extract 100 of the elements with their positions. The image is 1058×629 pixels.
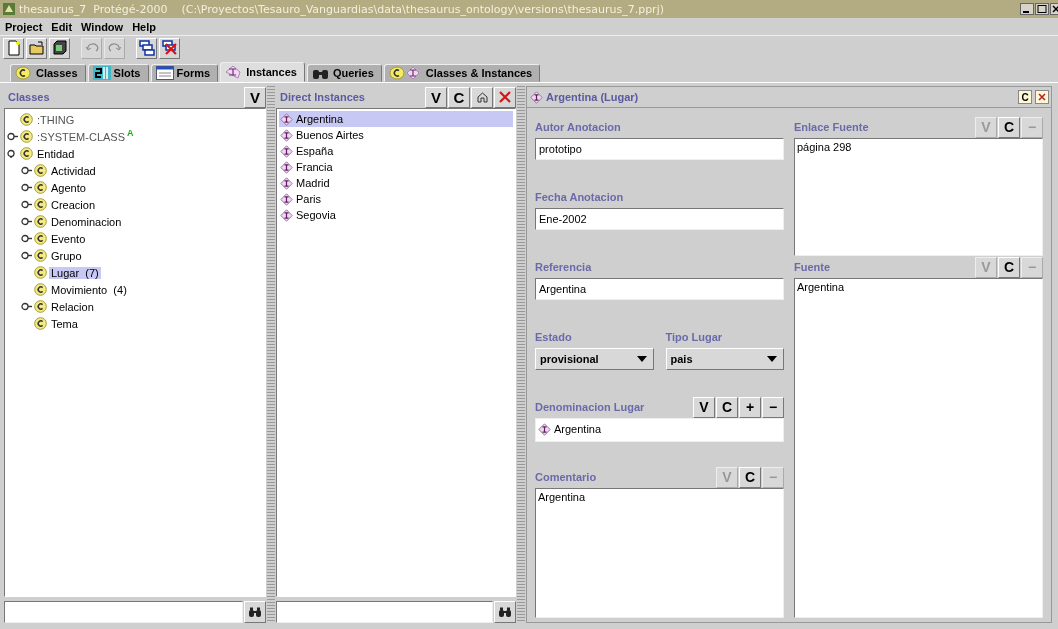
instance-item[interactable]: Madrid	[279, 175, 513, 191]
slot-button[interactable]: C	[998, 116, 1020, 138]
class-icon	[34, 232, 47, 245]
class-icon	[20, 130, 33, 143]
field-label: Tipo Lugar	[665, 331, 724, 343]
collapsed-handle-icon[interactable]	[21, 166, 32, 175]
text-area[interactable]: Argentina	[794, 278, 1043, 618]
tab[interactable]: Queries	[306, 64, 382, 82]
class-icon	[34, 181, 47, 194]
instance-action-button[interactable]: C	[448, 86, 470, 108]
instance-icon	[538, 422, 551, 436]
instance-icon	[280, 208, 293, 222]
new-file-button[interactable]	[3, 37, 24, 59]
collapsed-handle-icon[interactable]	[21, 183, 32, 192]
form-button[interactable]: C	[1018, 90, 1032, 104]
slot-button[interactable]: C	[739, 466, 761, 488]
tree-item[interactable]: :SYSTEM-CLASS	[35, 130, 128, 143]
field-label: Estado	[535, 331, 573, 343]
expanded-handle-icon[interactable]	[7, 149, 18, 158]
field-label: Enlace Fuente	[794, 121, 870, 133]
class-icon	[34, 249, 47, 262]
menu-item[interactable]: Edit	[51, 20, 73, 33]
menu-item[interactable]: Window	[81, 20, 124, 33]
abstract-label: A	[127, 128, 134, 138]
tree-item[interactable]: Grupo	[49, 249, 84, 262]
stack-button[interactable]	[136, 37, 157, 59]
caret-icon	[767, 356, 777, 362]
tab[interactable]: Forms	[150, 64, 219, 82]
instance-item[interactable]: Paris	[279, 191, 513, 207]
app-icon	[2, 2, 16, 16]
search-field[interactable]	[276, 601, 493, 623]
maximize-icon[interactable]	[1035, 3, 1049, 15]
instance-icon	[280, 144, 293, 158]
tree-item[interactable]: :THING	[35, 113, 77, 126]
search-field[interactable]	[4, 601, 243, 623]
delete-stack-button[interactable]	[159, 37, 180, 59]
house-icon	[476, 91, 488, 103]
text-field[interactable]: Argentina	[535, 278, 784, 300]
instance-action-button[interactable]: V	[425, 86, 447, 108]
collapsed-handle-icon[interactable]	[21, 302, 32, 311]
view-button[interactable]: V	[244, 86, 266, 108]
open-folder-button[interactable]	[26, 37, 47, 59]
slot-button[interactable]: V	[693, 396, 715, 418]
tree-item[interactable]: Creacion	[49, 198, 98, 211]
tab[interactable]: Classes	[10, 64, 86, 82]
close-icon[interactable]	[1050, 3, 1058, 15]
close-icon	[1038, 93, 1046, 101]
tree-item[interactable]: Movimiento (4)	[49, 283, 129, 296]
tree-item[interactable]: Evento	[49, 232, 88, 245]
tab[interactable]: Slots	[87, 64, 149, 82]
text-field[interactable]: Ene-2002	[535, 208, 784, 230]
field-label: Autor Anotacion	[535, 121, 622, 133]
collapsed-handle-icon[interactable]	[21, 251, 32, 260]
instance-item[interactable]: España	[279, 143, 513, 159]
stack-cross-icon	[161, 40, 178, 56]
instance-icon	[280, 192, 293, 206]
instance-item[interactable]: Argentina	[279, 111, 513, 127]
text-area[interactable]: página 298	[794, 138, 1043, 256]
references-button[interactable]	[471, 86, 493, 108]
dropdown[interactable]: provisional	[535, 348, 654, 370]
slot-button[interactable]: +	[739, 396, 761, 418]
collapsed-handle-icon[interactable]	[21, 217, 32, 226]
tree-item[interactable]: Actividad	[49, 164, 98, 177]
tab[interactable]: Instances	[220, 62, 305, 82]
instance-item[interactable]: Buenos Airtes	[279, 127, 513, 143]
tree-item[interactable]: Lugar (7)	[49, 266, 101, 279]
panel-title: Classes	[8, 91, 51, 103]
text-field[interactable]: prototipo	[535, 138, 784, 160]
tree-item[interactable]: Agento	[49, 181, 88, 194]
close-button[interactable]	[1035, 90, 1049, 104]
tree-item[interactable]: Denominacion	[49, 215, 124, 228]
collapsed-handle-icon[interactable]	[21, 200, 32, 209]
text-area[interactable]: Argentina	[535, 488, 784, 618]
list-item[interactable]: Argentina	[554, 423, 602, 435]
tree-item[interactable]: Relacion	[49, 300, 96, 313]
dropdown[interactable]: pais	[665, 348, 784, 370]
instance-item[interactable]: Francia	[279, 159, 513, 175]
instance-item[interactable]: Segovia	[279, 207, 513, 223]
slot-button[interactable]: C	[998, 256, 1020, 278]
cross-icon	[499, 91, 511, 103]
delete-button[interactable]	[494, 86, 516, 108]
find-button[interactable]	[494, 601, 516, 623]
menu-item[interactable]: Help	[132, 20, 156, 33]
instance-icon	[280, 160, 293, 174]
tree-item[interactable]: Tema	[49, 317, 80, 330]
field-label: Fuente	[794, 261, 832, 273]
instance-icon	[280, 112, 293, 126]
save-button[interactable]	[49, 37, 70, 59]
collapsed-handle-icon[interactable]	[21, 234, 32, 243]
slot-button[interactable]: −	[762, 396, 784, 418]
find-button[interactable]	[244, 601, 266, 623]
class-icon	[20, 147, 33, 160]
menu-item[interactable]: Project	[5, 20, 43, 33]
collapsed-handle-icon[interactable]	[7, 132, 18, 141]
minimize-icon[interactable]	[1020, 3, 1034, 15]
window-title: thesaurus_7 Protégé-2000 (C:\Proyectos\Tesauro_Vanguardias\data\thesaurus_ontology\versions\thesaurus_7.pprj)	[19, 2, 665, 16]
tree-item[interactable]: Entidad	[35, 147, 77, 160]
slot-button[interactable]: C	[716, 396, 738, 418]
tab[interactable]: Classes & Instances	[383, 64, 541, 82]
field-label: Denominacion Lugar	[535, 401, 646, 413]
